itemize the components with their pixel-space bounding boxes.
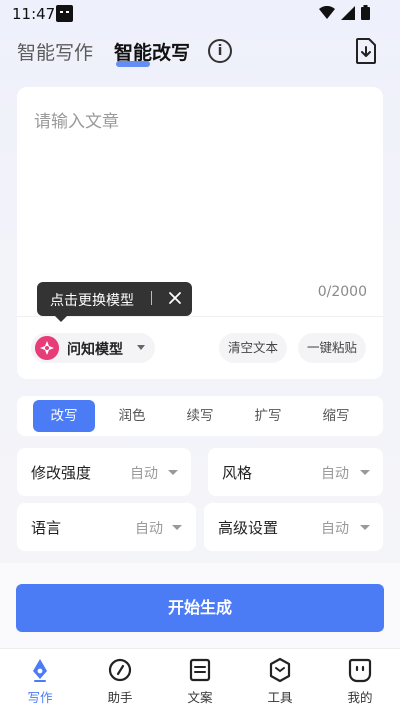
model-selector[interactable]: 问知模型 [31, 333, 155, 363]
smile-face-icon [348, 658, 372, 683]
model-logo-icon [35, 336, 59, 360]
divider [17, 316, 383, 317]
setting-label: 修改强度 [31, 464, 92, 482]
chevron-down-icon [168, 470, 178, 475]
status-time: 11:47 [12, 5, 56, 23]
setting-language[interactable]: 语言 自动 [17, 503, 196, 551]
nav-item-assistant[interactable]: 助手 [90, 657, 150, 707]
pen-nib-icon [33, 659, 47, 682]
start-generate-button[interactable]: 开始生成 [16, 584, 384, 632]
char-count: 0/2000 [317, 284, 367, 300]
editor-card: 请输入文章 0/2000 问知模型 清空文本 一键粘贴 [17, 87, 383, 379]
setting-style[interactable]: 风格 自动 [208, 448, 383, 496]
signal-icon [341, 5, 355, 20]
nav-label: 工具 [267, 690, 293, 705]
compass-icon [108, 658, 132, 682]
chevron-down-icon [137, 345, 145, 350]
mode-tab-rewrite[interactable]: 改写 [33, 400, 95, 432]
hexagon-tool-icon [269, 657, 291, 683]
nav-label: 助手 [107, 690, 133, 705]
setting-value: 自动 [321, 466, 349, 482]
battery-icon [361, 5, 370, 20]
nav-item-writing[interactable]: 写作 [10, 657, 70, 707]
tab-smart-writing[interactable]: 智能写作 [17, 38, 93, 65]
nav-item-copywriting[interactable]: 文案 [170, 657, 230, 707]
setting-advanced[interactable]: 高级设置 自动 [204, 503, 383, 551]
paste-button[interactable]: 一键粘贴 [298, 333, 366, 363]
chevron-down-icon [172, 525, 182, 530]
setting-label: 风格 [222, 464, 253, 482]
model-name: 问知模型 [67, 342, 123, 358]
nav-item-tools[interactable]: 工具 [250, 657, 310, 707]
mode-tab-expand[interactable]: 扩写 [237, 400, 299, 432]
status-icons [319, 5, 370, 20]
setting-intensity[interactable]: 修改强度 自动 [17, 448, 191, 496]
nav-label: 文案 [187, 690, 213, 705]
chevron-down-icon [360, 470, 370, 475]
setting-label: 高级设置 [218, 519, 279, 537]
setting-value: 自动 [130, 466, 158, 482]
close-icon[interactable] [167, 289, 183, 307]
download-icon[interactable] [355, 38, 377, 64]
mode-tab-shorten[interactable]: 缩写 [305, 400, 367, 432]
nav-label: 我的 [347, 690, 373, 705]
wifi-icon [319, 5, 335, 19]
info-icon[interactable]: i [208, 39, 232, 63]
tooltip-separator [151, 291, 152, 305]
nav-item-profile[interactable]: 我的 [330, 657, 390, 707]
clear-text-button[interactable]: 清空文本 [219, 333, 287, 363]
tooltip-text: 点击更换模型 [50, 293, 134, 309]
nav-label: 写作 [27, 690, 53, 705]
model-tooltip: 点击更换模型 [37, 282, 192, 322]
mode-tab-continue[interactable]: 续写 [169, 400, 231, 432]
mode-tab-polish[interactable]: 润色 [101, 400, 163, 432]
setting-label: 语言 [31, 519, 62, 537]
app-notification-icon [56, 5, 73, 22]
article-input[interactable]: 请输入文章 [34, 107, 119, 132]
header: 智能写作 智能改写 i [0, 36, 400, 72]
bottom-nav: 写作 助手 文案 工具 我的 [0, 648, 400, 711]
status-bar: 11:47 [0, 0, 400, 28]
chevron-down-icon [360, 525, 370, 530]
setting-value: 自动 [135, 521, 163, 537]
setting-value: 自动 [321, 521, 349, 537]
active-tab-indicator [116, 61, 150, 67]
document-icon [189, 658, 211, 682]
mode-tabs: 改写 润色 续写 扩写 缩写 [17, 396, 383, 436]
